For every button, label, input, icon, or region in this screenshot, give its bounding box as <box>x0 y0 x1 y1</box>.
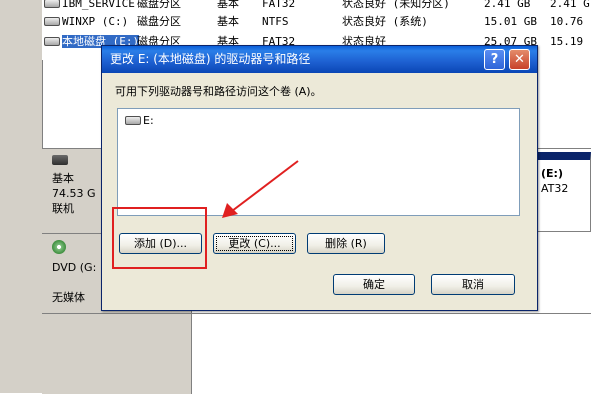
volume-type: 基本 <box>217 15 239 28</box>
help-button[interactable]: ? <box>484 49 505 70</box>
volume-free: 15.19 <box>550 35 584 48</box>
cancel-button[interactable]: 取消 <box>431 274 515 295</box>
volume-status: 状态良好 (系统) <box>342 15 428 28</box>
volume-capacity: 2.41 GB <box>484 0 531 10</box>
volume-name: IBM_SERVICE <box>44 0 135 12</box>
volume-layout: 磁盘分区 <box>137 0 181 10</box>
partition-label: (E:) <box>541 167 563 180</box>
drive-icon <box>44 16 60 26</box>
volume-status: 状态良好 (未知分区) <box>342 0 450 10</box>
drive-icon <box>125 115 141 125</box>
drive-icon <box>44 36 60 46</box>
hard-disk-icon <box>52 155 68 165</box>
disk-size: 74.53 G <box>52 187 96 200</box>
dialog-titlebar[interactable]: 更改 E: (本地磁盘) 的驱动器号和路径 ? ✕ <box>102 46 537 73</box>
volume-capacity: 15.01 GB <box>484 15 537 28</box>
left-pane <box>0 0 43 393</box>
annotation-highlight-box <box>112 207 207 269</box>
close-icon[interactable]: ✕ <box>509 49 530 70</box>
cd-rom-icon <box>52 240 66 254</box>
volume-name: WINXP (C:) <box>44 13 128 30</box>
disk-status: 联机 <box>52 202 74 215</box>
volume-fs: FAT32 <box>262 0 296 10</box>
divider <box>192 313 591 314</box>
partition-fs: AT32 <box>541 182 569 195</box>
drive-icon <box>44 0 60 8</box>
dialog-title: 更改 E: (本地磁盘) 的驱动器号和路径 <box>110 52 311 66</box>
partition-e[interactable]: (E:) AT32 <box>534 152 591 232</box>
volume-free: 2.41 G <box>550 0 590 10</box>
remove-button[interactable]: 删除 (R) <box>307 233 385 254</box>
change-drive-letter-dialog: 更改 E: (本地磁盘) 的驱动器号和路径 ? ✕ 可用下列驱动器号和路径访问这… <box>101 45 538 311</box>
cdrom-name: DVD (G: <box>52 261 97 274</box>
ok-button[interactable]: 确定 <box>333 274 415 295</box>
volume-layout: 磁盘分区 <box>137 15 181 28</box>
list-item-label: E: <box>143 114 154 127</box>
volume-type: 基本 <box>217 0 239 10</box>
drive-path-list[interactable]: E: <box>117 108 520 216</box>
volume-row[interactable]: IBM_SERVICE 磁盘分区 基本 FAT32 状态良好 (未知分区) 2.… <box>42 0 591 12</box>
disk-type: 基本 <box>52 172 74 185</box>
volume-free: 10.76 <box>550 15 584 28</box>
volume-row[interactable]: WINXP (C:) 磁盘分区 基本 NTFS 状态良好 (系统) 15.01 … <box>42 13 591 30</box>
list-item[interactable]: E: <box>125 114 154 127</box>
volume-fs: NTFS <box>262 15 289 28</box>
disk-list-filler <box>42 313 192 394</box>
dialog-prompt: 可用下列驱动器号和路径访问这个卷 (A)。 <box>115 85 322 98</box>
cdrom-status: 无媒体 <box>52 291 85 304</box>
change-button[interactable]: 更改 (C)... <box>213 233 296 254</box>
